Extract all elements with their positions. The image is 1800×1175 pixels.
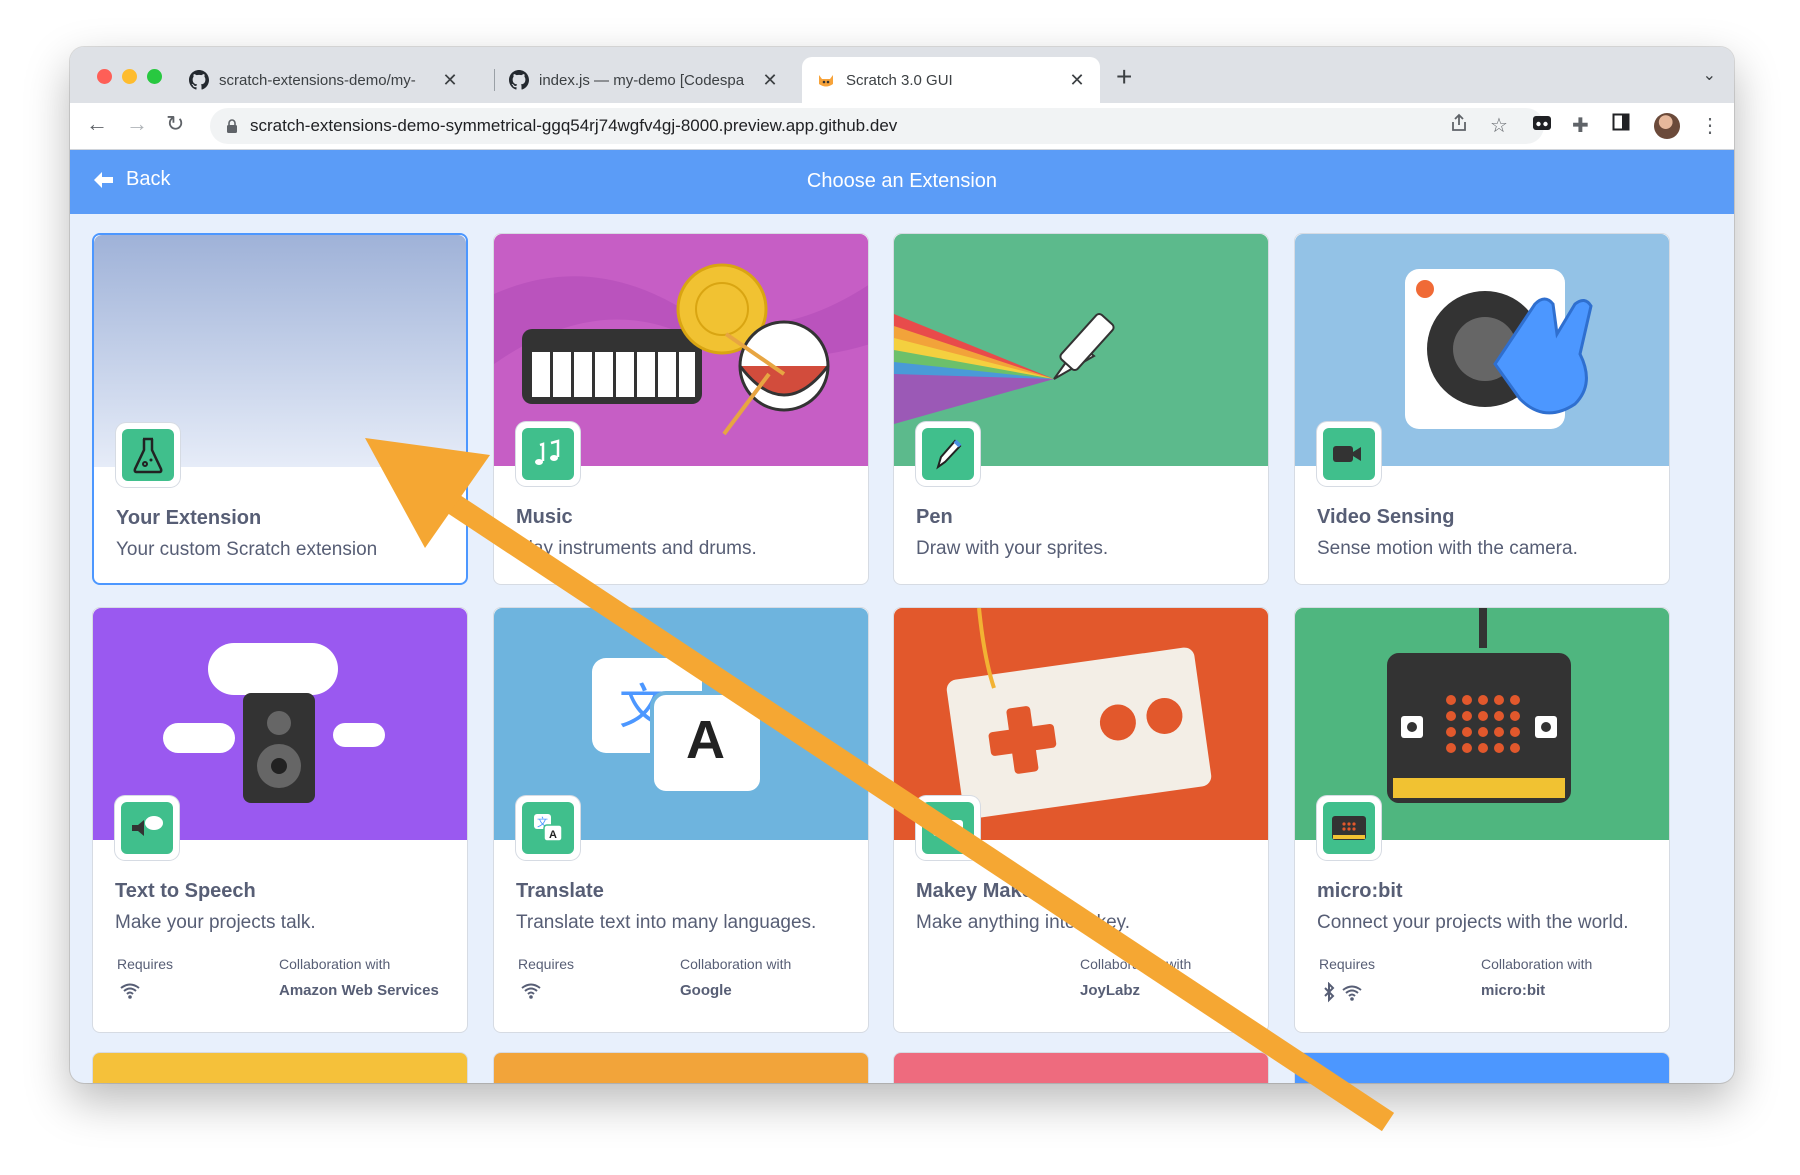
- extension-card-pen[interactable]: Pen Draw with your sprites.: [893, 233, 1269, 585]
- extension-name: Video Sensing: [1317, 506, 1455, 528]
- page-title: Choose an Extension: [806, 170, 998, 192]
- extension-name: Pen: [916, 506, 953, 528]
- collaboration-label: Collaboration with: [279, 956, 391, 972]
- browser-tab-1[interactable]: scratch-extensions-demo/my- ✕: [175, 57, 473, 103]
- extension-name: Your Extension: [116, 507, 262, 529]
- extension-card-text-to-speech[interactable]: Text to Speech Make your projects talk. …: [92, 607, 468, 1033]
- close-window-button[interactable]: [97, 69, 112, 84]
- new-tab-button[interactable]: +: [1116, 61, 1132, 93]
- back-arrow-icon[interactable]: ←: [86, 111, 108, 137]
- extension-description: Your custom Scratch extension: [116, 539, 378, 560]
- extension-badge: [516, 422, 580, 486]
- extension-badge: 文 A: [516, 796, 580, 860]
- collaboration-label: Collaboration with: [1080, 956, 1192, 972]
- extension-card-video-sensing[interactable]: Video Sensing Sense motion with the came…: [1294, 233, 1670, 585]
- tab-label: index.js — my-demo [Codespa: [539, 71, 745, 89]
- scratch-cat-icon: [819, 75, 833, 87]
- tab-strip: scratch-extensions-demo/my- ✕ index.js —…: [70, 47, 1734, 103]
- collaborator-name: JoyLabz: [1080, 982, 1141, 999]
- bookmark-star-icon[interactable]: ☆: [1490, 113, 1508, 138]
- extension-name: Makey Makey: [916, 880, 1044, 902]
- minimize-window-button[interactable]: [122, 69, 137, 84]
- pen-icon: [936, 439, 962, 470]
- extension-card-partial[interactable]: [493, 1052, 869, 1083]
- extension-badge: [1317, 796, 1381, 860]
- makey-board-icon: [933, 820, 963, 836]
- wifi-icon: [119, 982, 141, 1004]
- forward-arrow-icon[interactable]: →: [126, 111, 148, 137]
- tab-label: Scratch 3.0 GUI: [846, 71, 953, 89]
- more-menu-icon[interactable]: ⋮: [1700, 113, 1720, 138]
- extensions-puzzle-icon[interactable]: ✚: [1572, 113, 1589, 138]
- extension-description: Make anything into a key.: [916, 912, 1131, 933]
- extension-card-partial[interactable]: [893, 1052, 1269, 1083]
- extension-badge: [115, 796, 179, 860]
- collaborator-name: Amazon Web Services: [279, 982, 439, 999]
- extension-card-translate[interactable]: 文 A 文 A Translate Translate text into ma…: [493, 607, 869, 1033]
- extension-description: Sense motion with the camera.: [1317, 538, 1578, 559]
- microbit-board-icon: [1332, 816, 1366, 840]
- extension-description: Connect your projects with the world.: [1317, 912, 1629, 933]
- music-notes-icon: [535, 439, 560, 465]
- translate-icon: 文 A: [534, 814, 563, 842]
- extension-badge: [916, 422, 980, 486]
- extension-card-your-extension[interactable]: Your Extension Your custom Scratch exten…: [92, 233, 468, 585]
- extension-badge: [116, 423, 180, 487]
- extension-badge: [916, 796, 980, 860]
- requires-label: Requires: [1319, 956, 1376, 972]
- close-tab-icon[interactable]: ✕: [761, 70, 779, 91]
- github-icon: [189, 70, 209, 90]
- url-text: scratch-extensions-demo-symmetrical-ggq5…: [250, 116, 898, 135]
- video-camera-icon: [1333, 446, 1361, 462]
- share-icon[interactable]: [1450, 113, 1468, 133]
- close-tab-icon[interactable]: ✕: [1068, 70, 1086, 91]
- extension-description: Draw with your sprites.: [916, 538, 1109, 559]
- side-panel-icon[interactable]: [1612, 113, 1630, 131]
- extension-badge: [1317, 422, 1381, 486]
- collaborator-name: Google: [680, 982, 732, 999]
- extension-name: Music: [516, 506, 573, 528]
- tab-icon[interactable]: [1532, 113, 1552, 133]
- collaboration-label: Collaboration with: [1481, 956, 1593, 972]
- lock-icon: [227, 119, 237, 133]
- extension-name: Text to Speech: [115, 880, 256, 902]
- extension-name: Translate: [516, 880, 604, 902]
- requires-label: Requires: [518, 956, 575, 972]
- svg-text:A: A: [549, 829, 557, 841]
- collaborator-name: micro:bit: [1481, 982, 1546, 999]
- extension-name: micro:bit: [1317, 880, 1403, 902]
- profile-avatar[interactable]: [1654, 113, 1680, 139]
- extension-library-header: Back Choose an Extension: [70, 150, 1734, 214]
- speech-bubble-icon: [132, 816, 163, 836]
- extension-card-partial[interactable]: [92, 1052, 468, 1083]
- reload-icon[interactable]: ↻: [166, 111, 184, 137]
- extension-description: Make your projects talk.: [115, 912, 316, 933]
- tab-label: scratch-extensions-demo/my-: [219, 71, 416, 89]
- tab-search-icon[interactable]: ⌄: [1703, 65, 1716, 85]
- close-tab-icon[interactable]: ✕: [441, 70, 459, 91]
- browser-toolbar: ← → ↻ scratch-extensions-demo-symmetrica…: [70, 103, 1734, 150]
- svg-text:A: A: [686, 710, 725, 770]
- browser-tab-2[interactable]: index.js — my-demo [Codespa ✕: [495, 57, 793, 103]
- address-bar[interactable]: scratch-extensions-demo-symmetrical-ggq5…: [210, 108, 1544, 144]
- maximize-window-button[interactable]: [147, 69, 162, 84]
- requires-label: Requires: [117, 956, 174, 972]
- extension-card-music[interactable]: Music Play instruments and drums.: [493, 233, 869, 585]
- extension-card-microbit[interactable]: micro:bit Connect your projects with the…: [1294, 607, 1670, 1033]
- extension-card-makey-makey[interactable]: Makey Makey Make anything into a key. Co…: [893, 607, 1269, 1033]
- extension-card-partial[interactable]: [1294, 1052, 1670, 1083]
- extension-description: Translate text into many languages.: [516, 912, 817, 933]
- github-icon: [509, 70, 529, 90]
- collaboration-label: Collaboration with: [680, 956, 792, 972]
- browser-tab-active[interactable]: Scratch 3.0 GUI ✕: [802, 57, 1100, 103]
- extension-description: Play instruments and drums.: [516, 538, 757, 559]
- bluetooth-wifi-icons: [1321, 981, 1367, 1008]
- wifi-icon: [520, 982, 542, 1004]
- flask-icon: [133, 437, 163, 474]
